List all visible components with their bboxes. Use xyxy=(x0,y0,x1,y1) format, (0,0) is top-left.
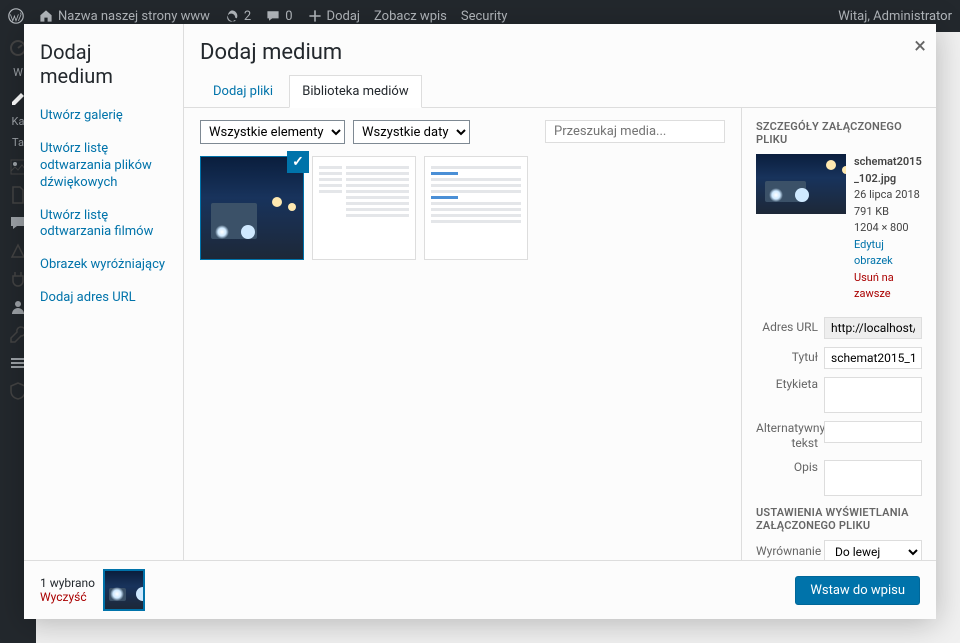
selected-count: 1 wybrano xyxy=(40,576,95,590)
url-field[interactable] xyxy=(824,317,922,339)
attachment-item[interactable] xyxy=(312,156,416,260)
url-label: Adres URL xyxy=(756,320,818,336)
media-frame-menu: Dodaj medium Utwórz galerię Utwórz listę… xyxy=(24,24,184,560)
insert-from-url-link[interactable]: Dodaj adres URL xyxy=(24,282,183,315)
media-router: Dodaj pliki Biblioteka mediów xyxy=(184,75,936,108)
security-link[interactable]: Security xyxy=(461,9,508,24)
caption-label: Etykieta xyxy=(756,377,818,393)
details-date: 26 lipca 2018 xyxy=(854,187,922,204)
create-audio-playlist-link[interactable]: Utwórz listę odtwarzania plików dźwiękow… xyxy=(24,133,183,200)
create-video-playlist-link[interactable]: Utwórz listę odtwarzania filmów xyxy=(24,200,183,250)
attachment-item[interactable] xyxy=(424,156,528,260)
align-label: Wyrównanie xyxy=(756,544,818,560)
desc-label: Opis xyxy=(756,460,818,476)
details-heading: SZCZEGÓŁY ZAŁĄCZONEGO PLIKU xyxy=(756,120,922,146)
attachment-details: SZCZEGÓŁY ZAŁĄCZONEGO PLIKU schemat2015_… xyxy=(741,108,936,560)
insert-button[interactable]: Wstaw do wpisu xyxy=(795,576,920,605)
media-modal: Dodaj medium Utwórz galerię Utwórz listę… xyxy=(24,24,936,619)
display-heading: USTAWIENIA WYŚWIETLANIA ZAŁĄCZONEGO PLIK… xyxy=(756,506,922,532)
view-post-link[interactable]: Zobacz wpis xyxy=(374,9,447,24)
comments-link[interactable]: 0 xyxy=(265,8,292,24)
filter-type-select[interactable]: Wszystkie elementy xyxy=(200,120,345,144)
media-menu-title: Dodaj medium xyxy=(24,40,183,100)
tab-library[interactable]: Biblioteka mediów xyxy=(289,75,421,108)
site-name: Nazwa naszej strony www xyxy=(58,9,210,24)
updates-link[interactable]: 2 xyxy=(224,8,251,24)
comments-count: 0 xyxy=(285,9,292,24)
wp-logo[interactable] xyxy=(8,8,24,24)
title-field[interactable] xyxy=(824,347,922,369)
details-filesize: 791 KB xyxy=(854,204,922,221)
close-button[interactable]: × xyxy=(914,34,926,59)
check-icon[interactable] xyxy=(287,151,309,173)
add-new-link[interactable]: Dodaj xyxy=(307,8,360,24)
attachments-grid xyxy=(200,156,725,260)
align-select[interactable]: Do lewej xyxy=(824,540,922,560)
title-label: Tytuł xyxy=(756,350,818,366)
details-dimensions: 1204 × 800 xyxy=(854,220,922,237)
caption-field[interactable] xyxy=(824,377,922,413)
details-thumbnail xyxy=(756,154,846,214)
media-toolbar-filters: Wszystkie elementy Wszystkie daty xyxy=(200,120,725,144)
updates-count: 2 xyxy=(244,9,251,24)
media-frame-toolbar: 1 wybrano Wyczyść Wstaw do wpisu xyxy=(24,560,936,619)
desc-field[interactable] xyxy=(824,460,922,496)
selection-info: 1 wybrano Wyczyść xyxy=(40,571,143,609)
featured-image-link[interactable]: Obrazek wyróżniający xyxy=(24,249,183,282)
details-filename: schemat2015_102.jpg xyxy=(854,154,922,187)
media-frame-content: × Dodaj medium Dodaj pliki Biblioteka me… xyxy=(184,24,936,560)
tab-upload[interactable]: Dodaj pliki xyxy=(200,75,286,108)
greeting[interactable]: Witaj, Administrator xyxy=(838,9,952,24)
home-icon xyxy=(38,8,54,24)
plus-icon xyxy=(307,8,323,24)
add-new-label: Dodaj xyxy=(327,9,360,24)
search-input[interactable] xyxy=(545,120,725,143)
alt-field[interactable] xyxy=(824,421,922,443)
attachments-browser: Wszystkie elementy Wszystkie daty xyxy=(184,108,741,560)
attachment-item[interactable] xyxy=(200,156,304,260)
selection-thumb[interactable] xyxy=(105,571,143,609)
update-icon xyxy=(224,8,240,24)
site-name-link[interactable]: Nazwa naszej strony www xyxy=(38,8,210,24)
clear-selection-link[interactable]: Wyczyść xyxy=(40,590,87,604)
delete-permanently-link[interactable]: Usuń na zawsze xyxy=(854,270,922,303)
create-gallery-link[interactable]: Utwórz galerię xyxy=(24,100,183,133)
alt-label: Alternatywny tekst xyxy=(756,421,818,452)
media-frame-title: Dodaj medium xyxy=(184,24,936,75)
edit-image-link[interactable]: Edytuj obrazek xyxy=(854,237,922,270)
comment-icon xyxy=(265,8,281,24)
filter-date-select[interactable]: Wszystkie daty xyxy=(353,120,470,144)
